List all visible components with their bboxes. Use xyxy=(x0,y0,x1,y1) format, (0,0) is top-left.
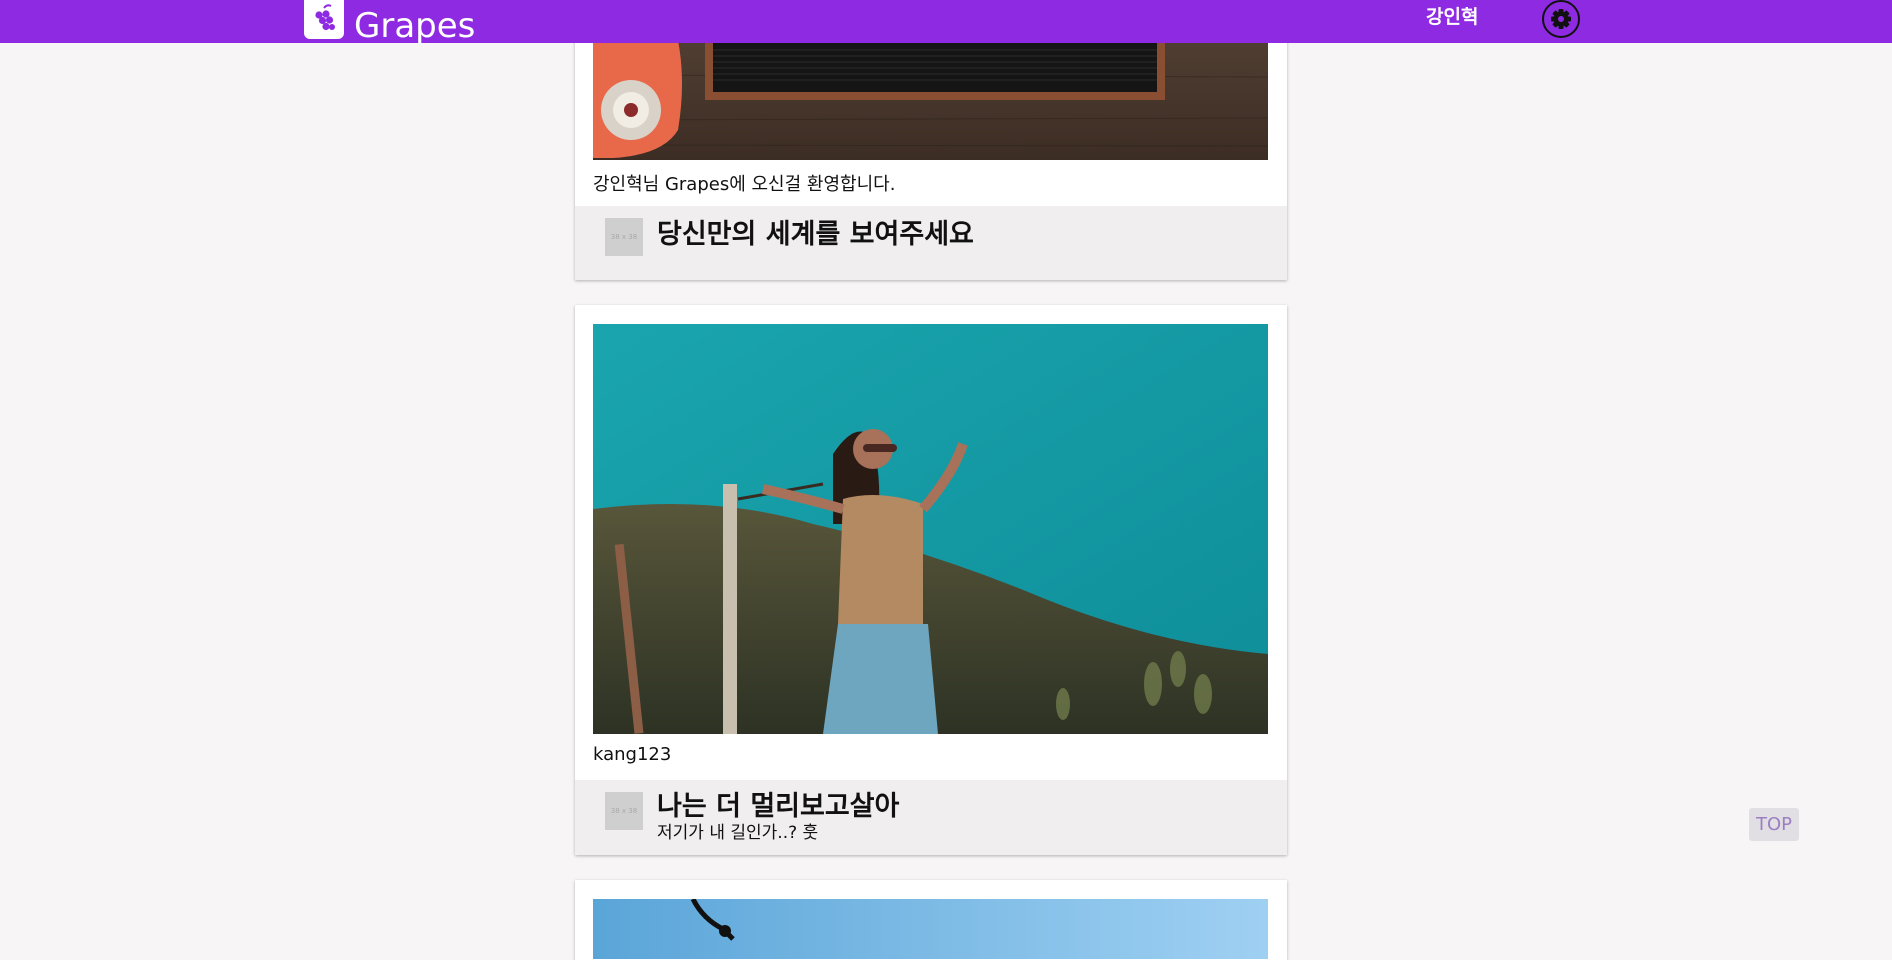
author-avatar[interactable]: 38 x 38 xyxy=(605,218,643,256)
post-footer: 38 x 38 나는 더 멀리보고살아 저기가 내 길인가..? 훗 xyxy=(575,780,1287,855)
post-image[interactable] xyxy=(593,899,1268,959)
grapes-logo-icon[interactable] xyxy=(304,0,344,39)
post-subtitle: 저기가 내 길인가..? 훗 xyxy=(657,823,819,843)
author-avatar[interactable]: 38 x 38 xyxy=(605,792,643,830)
top-navbar: Grapes 강인혁 xyxy=(0,0,1892,46)
post-card[interactable] xyxy=(575,880,1287,960)
post-footer: 38 x 38 당신만의 세계를 보여주세요 xyxy=(575,206,1287,280)
post-caption: kang123 xyxy=(593,744,672,765)
scroll-to-top-button[interactable]: TOP xyxy=(1749,808,1799,841)
post-title[interactable]: 당신만의 세계를 보여주세요 xyxy=(657,212,974,251)
post-image[interactable] xyxy=(593,324,1268,734)
settings-gear-icon[interactable] xyxy=(1541,0,1581,40)
post-caption: 강인혁님 Grapes에 오신걸 환영합니다. xyxy=(593,174,896,195)
post-card[interactable]: kang123 38 x 38 나는 더 멀리보고살아 저기가 내 길인가..?… xyxy=(575,305,1287,855)
username-link[interactable]: 강인혁 xyxy=(1426,4,1478,30)
brand-title[interactable]: Grapes xyxy=(354,4,475,48)
